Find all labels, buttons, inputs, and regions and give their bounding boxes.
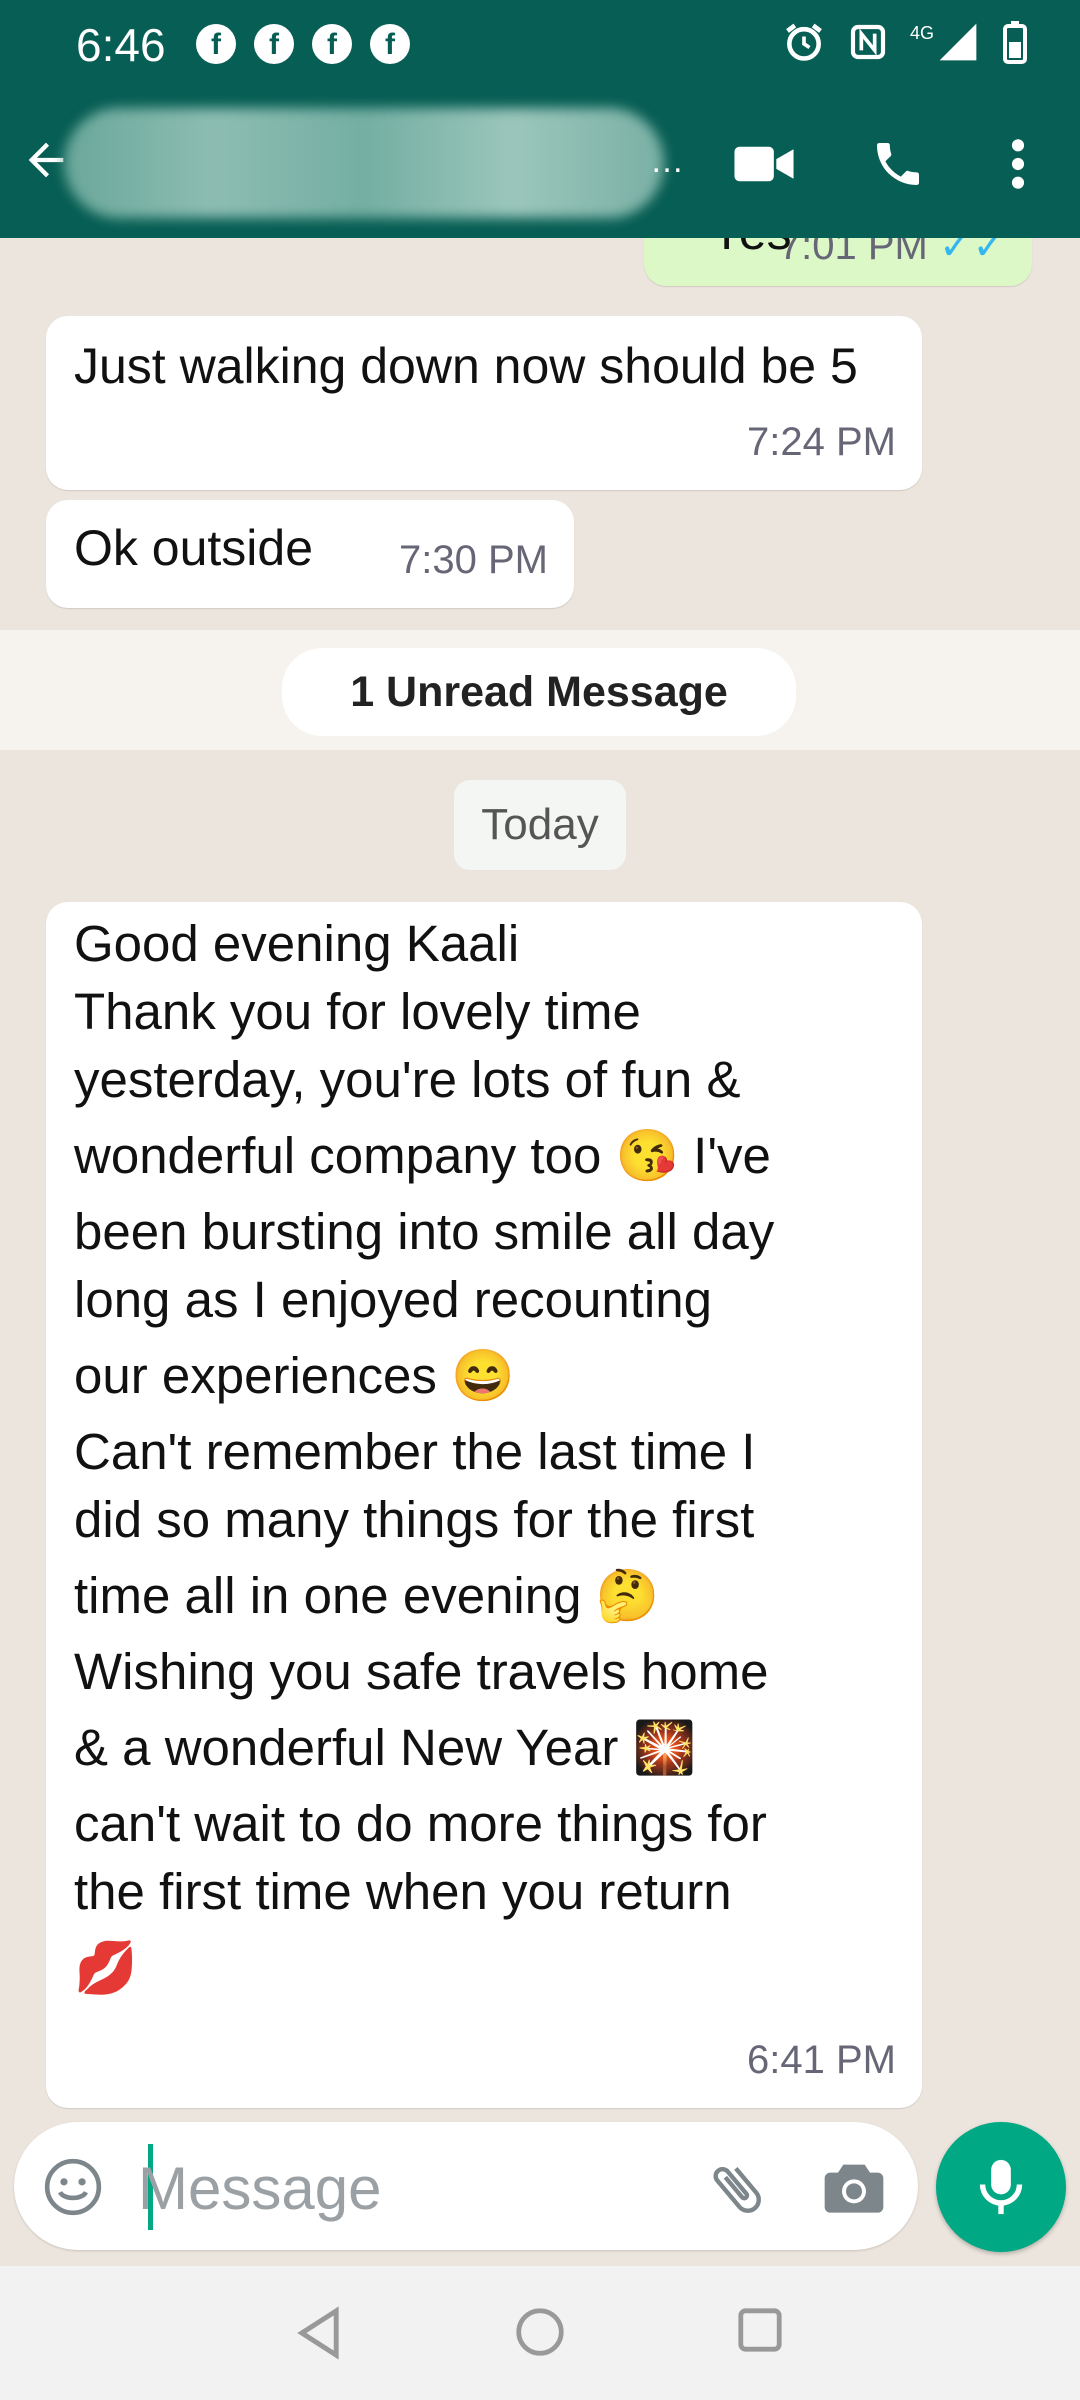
read-ticks-icon: ✓✓: [938, 238, 1006, 268]
system-navigation-bar: [0, 2266, 1080, 2400]
emoji-icon[interactable]: [42, 2156, 104, 2218]
network-label: 4G: [909, 22, 934, 43]
message-time: 7:01 PM ✓✓: [779, 238, 1006, 280]
system-icons: 4G: [782, 20, 1028, 64]
contact-ellipsis: …: [650, 142, 684, 180]
unread-messages-label: 1 Unread Message: [282, 648, 796, 736]
facebook-icon: f: [370, 24, 410, 64]
message-composer: [14, 2122, 918, 2250]
chat-header: …: [0, 90, 1080, 238]
message-bubble-incoming[interactable]: Good evening Kaali Thank you for lovely …: [46, 902, 922, 2108]
message-line: can't wait to do more things for: [74, 1795, 767, 1852]
attach-icon[interactable]: [704, 2156, 770, 2222]
message-line: Wishing you safe travels home: [74, 1643, 769, 1700]
facebook-icon: f: [196, 24, 236, 64]
facebook-icon: f: [312, 24, 352, 64]
message-line: our experiences 😄: [74, 1347, 515, 1404]
message-time: 7:30 PM: [399, 538, 548, 582]
message-time: 7:24 PM: [747, 420, 896, 464]
message-line: & a wonderful New Year 🎇: [74, 1719, 697, 1776]
alarm-icon: [786, 23, 822, 61]
message-text: Ok outside: [74, 520, 314, 576]
message-line: did so many things for the first: [74, 1491, 755, 1548]
video-call-icon[interactable]: [732, 136, 796, 192]
message-line: yesterday, you're lots of fun &: [74, 1051, 741, 1108]
more-options-icon[interactable]: [1000, 136, 1036, 192]
nav-back-icon[interactable]: [294, 2306, 344, 2360]
message-line: time all in one evening 🤔: [74, 1567, 660, 1624]
nav-recents-icon[interactable]: [736, 2306, 784, 2354]
message-line: wonderful company too 😘 I've: [74, 1127, 771, 1184]
date-separator: Today: [454, 780, 626, 870]
message-line: Can't remember the last time I: [74, 1423, 756, 1480]
nav-home-icon[interactable]: [514, 2306, 566, 2358]
message-time: 6:41 PM: [747, 2038, 896, 2082]
voice-call-icon[interactable]: [870, 136, 926, 192]
status-time: 6:46: [76, 19, 166, 71]
facebook-icon: f: [254, 24, 294, 64]
message-bubble-incoming[interactable]: Ok outside 7:30 PM: [46, 500, 574, 608]
message-line: 💋: [74, 1939, 138, 1996]
signal-icon: [939, 23, 977, 61]
message-time-text: 7:01 PM: [778, 238, 928, 268]
message-input[interactable]: [136, 2142, 700, 2234]
message-bubble-outgoing[interactable]: Yes 7:01 PM ✓✓: [644, 238, 1032, 286]
camera-icon[interactable]: [822, 2156, 886, 2216]
status-bar: 6:46 f f f f 4G: [0, 0, 1080, 90]
message-line: Thank you for lovely time: [74, 983, 641, 1040]
message-line: the first time when you return: [74, 1863, 732, 1920]
nfc-icon: [850, 24, 886, 60]
message-line: been bursting into smile all day: [74, 1203, 775, 1260]
battery-icon: [1003, 21, 1027, 64]
message-text: Just walking down now should be 5: [74, 338, 858, 394]
voice-message-button[interactable]: [936, 2122, 1066, 2252]
message-bubble-incoming[interactable]: Just walking down now should be 5 7:24 P…: [46, 316, 922, 490]
message-line: Good evening Kaali: [74, 915, 520, 972]
contact-name-blurred[interactable]: [64, 108, 664, 218]
message-text: Good evening Kaali Thank you for lovely …: [74, 910, 914, 2010]
message-line: long as I enjoyed recounting: [74, 1271, 712, 1328]
notification-icons: f f f f: [196, 24, 410, 64]
chat-area[interactable]: Yes 7:01 PM ✓✓ Just walking down now sho…: [0, 238, 1080, 2110]
microphone-icon: [979, 2159, 1023, 2215]
